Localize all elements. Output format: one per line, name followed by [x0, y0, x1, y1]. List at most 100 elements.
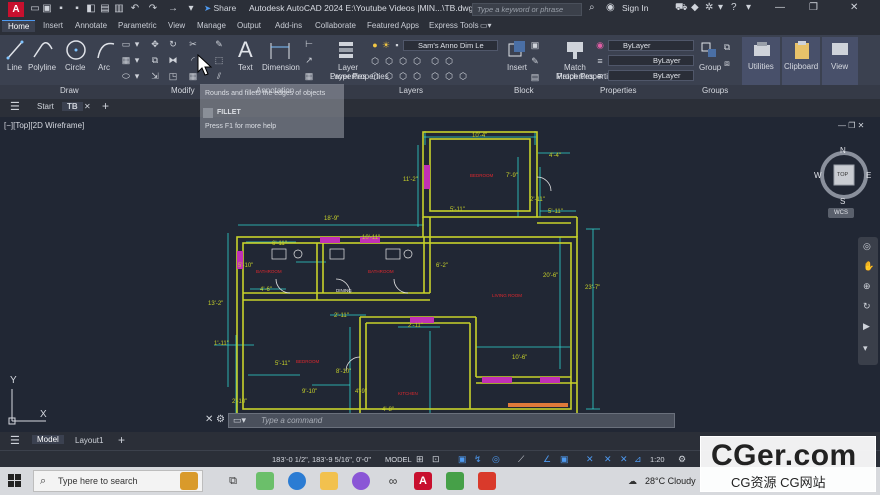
ellipse-dropdown-icon[interactable]: ▾: [132, 72, 142, 81]
open-icon[interactable]: ▣: [42, 4, 52, 14]
offset-icon[interactable]: ⫽: [214, 72, 224, 81]
command-line[interactable]: ▭▾ Type a command: [228, 413, 675, 428]
block-panel-label[interactable]: Block: [514, 86, 534, 95]
coordinates-readout[interactable]: 183'-0 1/2", 183'-9 5/16", 0'-0": [272, 455, 371, 464]
group-icon[interactable]: [700, 39, 720, 61]
dimension-tool-icon[interactable]: [268, 39, 292, 61]
new-tab-icon[interactable]: +: [102, 99, 109, 113]
tab-tb-file[interactable]: TB: [62, 102, 83, 111]
linetype-dropdown[interactable]: ByLayer: [608, 70, 694, 81]
rotate-icon[interactable]: ↻: [168, 40, 178, 49]
color-dropdown[interactable]: ByLayer: [608, 40, 694, 51]
layer-tool-3-icon[interactable]: ⬡: [398, 57, 408, 66]
layers-panel-label[interactable]: Layers: [399, 86, 423, 95]
windows-start-icon[interactable]: [8, 474, 22, 488]
lineweight-dropdown[interactable]: ByLayer: [608, 55, 694, 66]
work-briefcase-icon[interactable]: [180, 472, 198, 490]
tab-parametric[interactable]: Parametric: [118, 21, 157, 30]
layer-tool-6-icon[interactable]: ⬡: [384, 72, 394, 81]
explode-icon[interactable]: ⬚: [214, 56, 224, 65]
redo-icon[interactable]: ↷: [148, 4, 158, 14]
ellipse-icon[interactable]: ⬭: [121, 72, 131, 81]
close-tab-icon[interactable]: ✕: [84, 102, 91, 111]
object-snap-icon[interactable]: ▣: [560, 454, 569, 465]
layer-tool-13-icon[interactable]: ⬡: [458, 72, 468, 81]
weather-text[interactable]: 28°C Cloudy: [645, 476, 696, 486]
compass-east[interactable]: E: [866, 171, 871, 180]
hatch-dropdown-icon[interactable]: ▾: [132, 56, 142, 65]
connect-icon[interactable]: ✲: [705, 2, 713, 13]
showmotion-icon[interactable]: ▶: [863, 321, 870, 332]
isometric-icon[interactable]: ⟋: [518, 454, 524, 465]
polyline-tool-icon[interactable]: [32, 39, 54, 61]
tab-collaborate[interactable]: Collaborate: [315, 21, 356, 30]
new-file-icon[interactable]: ▭: [30, 4, 40, 14]
cmdline-settings-icon[interactable]: ⚙: [216, 414, 225, 425]
rectangle-icon[interactable]: ▭: [121, 40, 131, 49]
layer-tool-10-icon[interactable]: ⬡: [444, 57, 454, 66]
layer-on-icon[interactable]: ●: [370, 41, 380, 50]
close-button[interactable]: ✕: [850, 2, 858, 13]
restore-button[interactable]: ❐: [809, 2, 818, 13]
line-label[interactable]: Line: [7, 63, 22, 72]
stretch-icon[interactable]: ⇲: [150, 72, 160, 81]
line-tool-icon[interactable]: [6, 39, 24, 61]
cart-icon[interactable]: ⛟: [675, 2, 688, 15]
tab-manage[interactable]: Manage: [197, 21, 226, 30]
copy-icon[interactable]: ⧉: [150, 56, 160, 65]
layer-label-line1[interactable]: Layer: [338, 63, 358, 72]
tab-annotate[interactable]: Annotate: [75, 21, 107, 30]
file-explorer-icon[interactable]: [320, 472, 338, 490]
save-icon[interactable]: ▪: [56, 4, 66, 14]
recorder-icon[interactable]: [478, 472, 496, 490]
undo-icon[interactable]: ↶: [130, 4, 140, 14]
compass-west[interactable]: W: [814, 171, 822, 180]
nav-bar-options-icon[interactable]: ▾: [863, 343, 868, 354]
create-block-icon[interactable]: ▣: [530, 41, 540, 50]
zoom-extents-icon[interactable]: ⊕: [863, 281, 871, 292]
layer-tool-4-icon[interactable]: ⬡: [412, 57, 422, 66]
layer-freeze-icon[interactable]: ☀: [381, 41, 391, 50]
tab-home[interactable]: Home: [2, 20, 36, 32]
customize-qat-icon[interactable]: ▾: [186, 4, 196, 14]
plot-icon[interactable]: ▥: [114, 4, 124, 14]
layer-tool-8-icon[interactable]: ⬡: [412, 72, 422, 81]
erase-icon[interactable]: ✎: [214, 40, 224, 49]
rect-dropdown-icon[interactable]: ▾: [132, 40, 142, 49]
insert-label[interactable]: Insert: [507, 63, 527, 72]
tab-add-ins[interactable]: Add-ins: [275, 21, 302, 30]
layer-tool-9-icon[interactable]: ⬡: [430, 57, 440, 66]
tab-view[interactable]: View: [168, 21, 185, 30]
draw-panel-label[interactable]: Draw: [60, 86, 79, 95]
polar-icon[interactable]: ↯: [474, 454, 482, 465]
leader-icon[interactable]: ↗: [304, 56, 314, 65]
group-edit-icon[interactable]: ⧈: [722, 59, 732, 68]
grid-icon[interactable]: ⊞: [416, 454, 424, 465]
annotation-scale-icon[interactable]: ⊿: [634, 454, 642, 465]
help-search-input[interactable]: Type a keyword or phrase: [472, 3, 582, 16]
layer-tool-1-icon[interactable]: ⬡: [370, 57, 380, 66]
table-icon[interactable]: ▦: [304, 72, 314, 81]
edit-block-icon[interactable]: ✎: [530, 57, 540, 66]
pan-icon[interactable]: ✋: [863, 261, 874, 272]
match-properties-icon[interactable]: [564, 39, 586, 61]
match-label[interactable]: Match: [564, 63, 586, 72]
groups-panel-label[interactable]: Groups: [702, 86, 728, 95]
circle-tool-icon[interactable]: [65, 39, 87, 61]
full-navigation-wheel-icon[interactable]: ◎: [863, 241, 871, 252]
help-icon[interactable]: ?: [731, 2, 737, 13]
save-as-icon[interactable]: ▪: [72, 4, 82, 14]
annotation-visibility-icon[interactable]: ✕: [604, 454, 612, 465]
redo-dropdown-icon[interactable]: →: [168, 4, 178, 14]
text-label[interactable]: Text: [238, 63, 253, 72]
drawing-canvas[interactable]: [−][Top][2D Wireframe] — ❐ ✕ 10'-4" 11'-…: [0, 117, 880, 432]
app-menu-button[interactable]: A: [8, 2, 24, 17]
infinity-app-icon[interactable]: ∞: [384, 472, 402, 490]
modify-panel-label[interactable]: Modify: [171, 86, 195, 95]
autoscale-icon[interactable]: ✕: [620, 454, 628, 465]
autocad-taskbar-icon[interactable]: A: [414, 472, 432, 490]
tab-insert[interactable]: Insert: [43, 21, 63, 30]
ucs-dropdown[interactable]: WCS: [828, 208, 854, 218]
orbit-icon[interactable]: ↻: [863, 301, 871, 312]
tab-start[interactable]: Start: [37, 102, 54, 111]
